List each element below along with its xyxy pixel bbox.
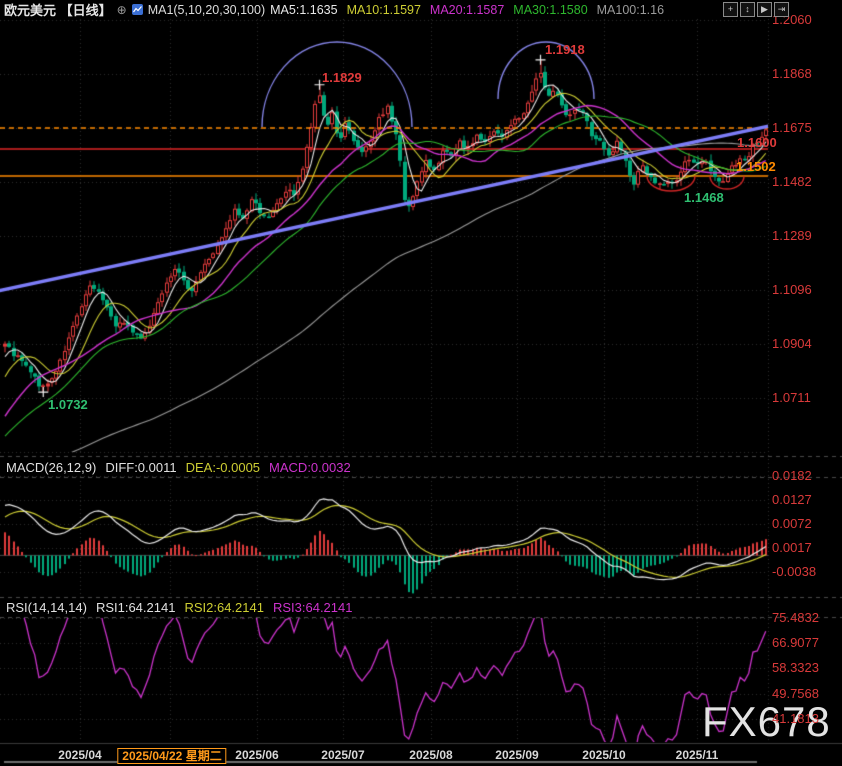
rsi3-value: RSI3:64.2141 <box>273 600 353 615</box>
ma-value-label: MA20:1.1587 <box>430 3 504 17</box>
rsi-axis-label: 66.9077 <box>772 635 819 650</box>
ma-value-label: MA5:1.1635 <box>270 3 337 17</box>
price-axis-label: 1.0711 <box>772 390 811 405</box>
peak-2-label: 1.1918 <box>545 42 585 57</box>
price-axis-label: 1.1675 <box>772 120 812 135</box>
trading-chart-window: 欧元美元 【日线】 ⊕ MA1(5,10,20,30,100) MA5:1.16… <box>0 0 842 766</box>
price-axis-label: 1.1096 <box>772 282 812 297</box>
macd-axis-label: 0.0017 <box>772 540 812 555</box>
resistance-level-label: 1.1600 <box>737 135 777 150</box>
peak-1-label: 1.1829 <box>322 70 362 85</box>
collapse-right-icon[interactable]: ⇥ <box>774 2 789 17</box>
price-axis-label: 1.1868 <box>772 66 812 81</box>
support-level-label: 1.1502 <box>736 159 776 174</box>
ma-params-label: MA1(5,10,20,30,100) <box>148 3 265 17</box>
macd-axis-label: 0.0072 <box>772 516 812 531</box>
x-axis-selected-date: 2025/04/22 星期二 <box>117 748 226 764</box>
ma-values: MA5:1.1635 MA10:1.1597 MA20:1.1587 MA30:1.1… <box>270 1 673 19</box>
price-axis-label: 1.1289 <box>772 228 812 243</box>
ma-value-label: MA100:1.16 <box>597 3 664 17</box>
chart-canvas[interactable] <box>0 0 842 766</box>
ma-value-label: MA30:1.1580 <box>513 3 587 17</box>
macd-axis-label: 0.0127 <box>772 492 812 507</box>
double-bottom-label: 1.1468 <box>684 190 724 205</box>
rsi-params-label: RSI(14,14,14) <box>6 600 87 615</box>
macd-axis-label: -0.0038 <box>772 564 816 579</box>
price-axis-label: 1.0904 <box>772 336 812 351</box>
axis-scale-icon[interactable]: ↕ <box>740 2 755 17</box>
symbol-title: 欧元美元 【日线】 <box>4 0 112 19</box>
rsi-axis-label: 41.1813 <box>772 711 819 726</box>
macd-params-label: MACD(26,12,9) <box>6 460 96 475</box>
macd-header: MACD(26,12,9) DIFF:0.0011 DEA:-0.0005 MA… <box>6 460 351 475</box>
macd-diff-value: DIFF:0.0011 <box>105 460 176 475</box>
rsi-axis-label: 58.3323 <box>772 660 819 675</box>
macd-macd-value: MACD:0.0032 <box>269 460 351 475</box>
chart-header: 欧元美元 【日线】 ⊕ MA1(5,10,20,30,100) MA5:1.16… <box>4 0 673 19</box>
macd-axis-label: 0.0182 <box>772 468 812 483</box>
x-axis-label: 2025/06 <box>235 748 278 762</box>
x-axis-label: 2025/09 <box>495 748 538 762</box>
x-axis-label: 2025/11 <box>676 748 719 762</box>
ma-value-label: MA10:1.1597 <box>347 3 421 17</box>
settings-icon[interactable]: ⊕ <box>117 4 127 16</box>
x-axis-label: 2025/08 <box>409 748 452 762</box>
pan-tool-icon[interactable]: + <box>723 2 738 17</box>
x-axis-label: 2025/04 <box>58 748 101 762</box>
rsi-axis-label: 49.7568 <box>772 686 819 701</box>
x-axis-label: 2025/10 <box>582 748 625 762</box>
rsi-axis-label: 75.4832 <box>772 610 819 625</box>
rsi-header: RSI(14,14,14) RSI1:64.2141 RSI2:64.2141 … <box>6 600 352 615</box>
rsi1-value: RSI1:64.2141 <box>96 600 176 615</box>
rsi2-value: RSI2:64.2141 <box>184 600 264 615</box>
macd-dea-value: DEA:-0.0005 <box>186 460 260 475</box>
chart-toolbar: +↕▶⇥ <box>723 2 789 17</box>
price-axis-label: 1.1482 <box>772 174 812 189</box>
axis-play-icon[interactable]: ▶ <box>757 2 772 17</box>
low-1-label: 1.0732 <box>48 397 88 412</box>
x-axis-label: 2025/07 <box>321 748 364 762</box>
ma-indicator-icon[interactable] <box>132 4 143 15</box>
